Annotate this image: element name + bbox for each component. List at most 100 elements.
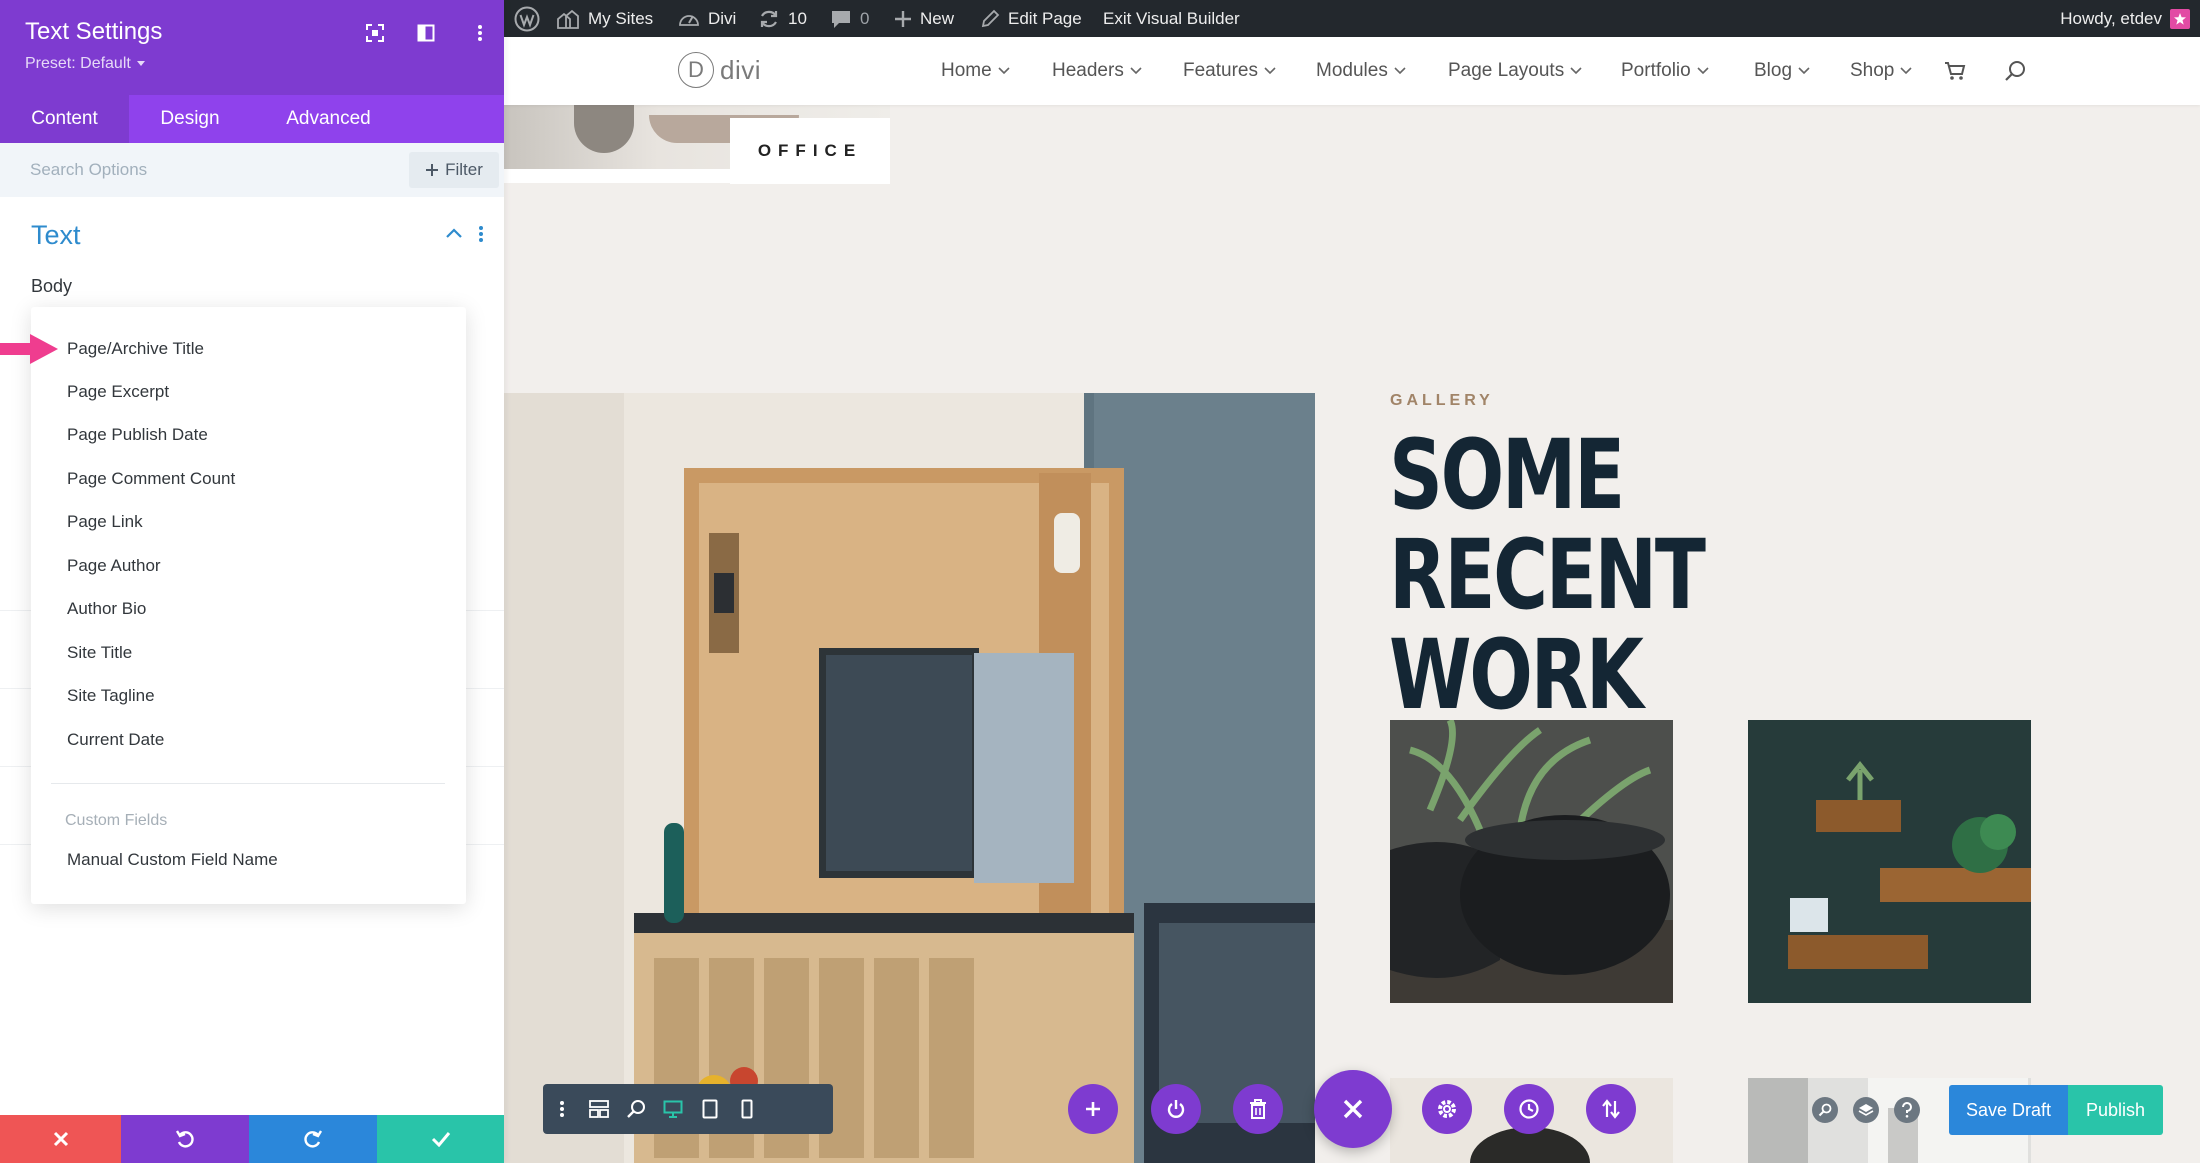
find-replace-button[interactable] [1812, 1097, 1838, 1123]
user-account-menu[interactable]: Howdy, etdev [2060, 0, 2190, 37]
nav-modules[interactable]: Modules [1316, 37, 1406, 105]
tab-advanced[interactable]: Advanced [251, 95, 406, 143]
discard-button[interactable] [0, 1115, 121, 1163]
phone-view-button[interactable] [728, 1084, 765, 1134]
updates-link[interactable]: 10 [758, 0, 807, 37]
collapse-section-button[interactable] [446, 228, 462, 238]
help-button[interactable] [1894, 1097, 1920, 1123]
more-vertical-icon [559, 1101, 564, 1117]
panel-title: Text Settings [25, 18, 163, 45]
dropdown-item-page-link[interactable]: Page Link [67, 512, 143, 532]
nav-label: Modules [1316, 60, 1388, 81]
section-options-button[interactable] [478, 225, 484, 243]
tablet-view-button[interactable] [691, 1084, 728, 1134]
panel-tabs: Content Design Advanced [0, 95, 504, 143]
dropdown-item-page-archive-title[interactable]: Page/Archive Title [67, 339, 204, 359]
my-sites-menu[interactable]: My Sites [556, 0, 653, 37]
zoom-view-button[interactable] [617, 1084, 654, 1134]
close-builder-menu-button[interactable] [1314, 1070, 1392, 1148]
redo-button[interactable] [249, 1115, 377, 1163]
history-button[interactable] [1504, 1084, 1554, 1134]
site-logo[interactable]: D divi [678, 52, 761, 88]
nav-label: Page Layouts [1448, 60, 1565, 81]
view-mode-toolbar [543, 1084, 833, 1134]
portability-button[interactable] [1586, 1084, 1636, 1134]
dropdown-item-manual-custom-field[interactable]: Manual Custom Field Name [67, 850, 278, 870]
comments-link[interactable]: 0 [830, 0, 869, 37]
redo-icon [304, 1130, 323, 1148]
nav-features[interactable]: Features [1183, 37, 1276, 105]
nav-blog[interactable]: Blog [1754, 37, 1810, 105]
dropdown-item-site-tagline[interactable]: Site Tagline [67, 686, 155, 706]
new-content-menu[interactable]: New [894, 0, 954, 37]
chevron-down-icon [1394, 67, 1406, 75]
gear-icon [1438, 1100, 1456, 1118]
new-label: New [920, 8, 955, 28]
gallery-thumb-plants[interactable] [1390, 720, 1673, 1003]
preset-selector[interactable]: Preset: Default [25, 55, 145, 73]
site-name-label: Divi [708, 8, 737, 28]
edit-page-link[interactable]: Edit Page [980, 0, 1082, 37]
logo-text: divi [720, 54, 762, 85]
wordpress-logo-icon[interactable] [514, 0, 540, 37]
dropdown-item-page-author[interactable]: Page Author [67, 556, 161, 576]
nav-label: Home [941, 60, 992, 81]
nav-label: Headers [1052, 60, 1124, 81]
snap-panel-button[interactable] [413, 20, 439, 46]
my-sites-icon [557, 9, 579, 29]
search-icon [2005, 61, 2025, 81]
search-link[interactable] [2004, 37, 2026, 105]
updates-icon [760, 10, 778, 27]
dropdown-item-page-comment-count[interactable]: Page Comment Count [67, 469, 235, 489]
layers-button[interactable] [1853, 1097, 1879, 1123]
nav-portfolio[interactable]: Portfolio [1621, 37, 1709, 105]
more-vertical-icon [478, 25, 482, 41]
chevron-down-icon [1798, 67, 1810, 75]
wireframe-icon [588, 1100, 609, 1118]
nav-shop[interactable]: Shop [1850, 37, 1912, 105]
add-module-button[interactable] [1068, 1084, 1118, 1134]
dropdown-item-author-bio[interactable]: Author Bio [67, 599, 146, 619]
tab-design[interactable]: Design [129, 95, 251, 143]
desktop-view-button[interactable] [654, 1084, 691, 1134]
nav-label: Features [1183, 60, 1258, 81]
toolbar-menu-button[interactable] [543, 1084, 580, 1134]
gallery-title: SOME RECENT WORK [1389, 425, 1795, 725]
search-options-input[interactable] [14, 151, 404, 189]
panel-header: Text Settings Preset: Default [0, 0, 504, 95]
wireframe-view-button[interactable] [580, 1084, 617, 1134]
dropdown-item-current-date[interactable]: Current Date [67, 730, 164, 750]
gallery-eyebrow: GALLERY [1390, 392, 1494, 409]
delete-module-button[interactable] [1233, 1084, 1283, 1134]
filter-button[interactable]: Filter [409, 152, 499, 188]
chevron-down-icon [1570, 67, 1582, 75]
nav-page-layouts[interactable]: Page Layouts [1448, 37, 1582, 105]
expand-panel-button[interactable] [362, 20, 388, 46]
exit-visual-builder-link[interactable]: Exit Visual Builder [1103, 0, 1240, 37]
publish-button[interactable]: Publish [2068, 1085, 2163, 1135]
dropdown-item-page-excerpt[interactable]: Page Excerpt [67, 382, 169, 402]
my-sites-label: My Sites [588, 8, 654, 28]
dropdown-item-page-publish-date[interactable]: Page Publish Date [67, 425, 208, 445]
undo-icon [175, 1130, 194, 1148]
nav-label: Shop [1850, 60, 1895, 81]
nav-headers[interactable]: Headers [1052, 37, 1142, 105]
dropdown-item-site-title[interactable]: Site Title [67, 643, 132, 663]
panel-options-button[interactable] [467, 20, 493, 46]
chevron-down-icon [1900, 67, 1912, 75]
site-name-menu[interactable]: Divi [678, 0, 736, 37]
section-title-text[interactable]: Text [31, 220, 81, 251]
chevron-down-icon [1264, 67, 1276, 75]
filter-label: Filter [445, 160, 483, 179]
undo-button[interactable] [121, 1115, 249, 1163]
page-settings-button[interactable] [1422, 1084, 1472, 1134]
gallery-thumb-shelves[interactable] [1748, 720, 2031, 1003]
save-settings-button[interactable] [377, 1115, 504, 1163]
logo-mark: D [678, 52, 714, 88]
nav-home[interactable]: Home [941, 37, 1010, 105]
disable-module-button[interactable] [1151, 1084, 1201, 1134]
tab-content[interactable]: Content [0, 95, 129, 143]
cart-link[interactable] [1944, 37, 1966, 105]
save-draft-button[interactable]: Save Draft [1949, 1085, 2068, 1135]
power-icon [1167, 1100, 1185, 1118]
